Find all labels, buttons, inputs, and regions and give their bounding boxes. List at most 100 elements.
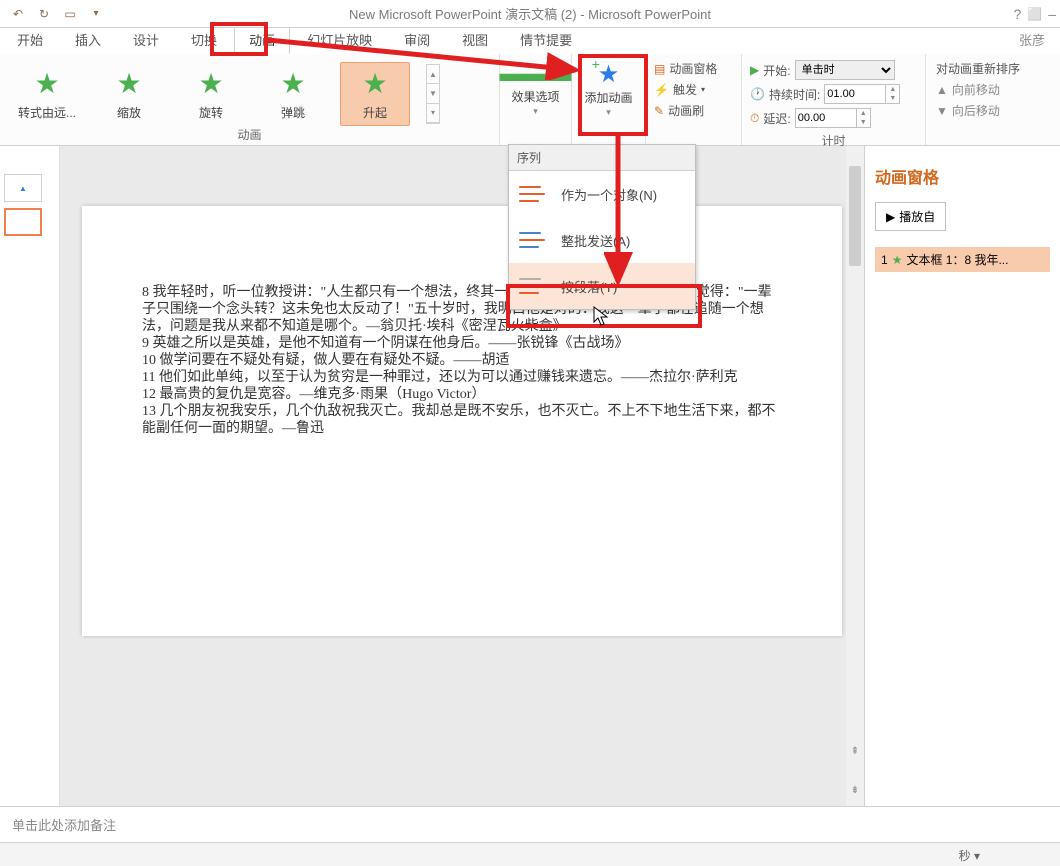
add-animation-group: ★+ 添加动画 ▾ [572, 54, 646, 145]
animation-pane-button[interactable]: ▤ 动画窗格 [654, 60, 733, 77]
pane-icon: ▤ [654, 62, 665, 76]
tab-animations[interactable]: 动画 [234, 25, 290, 54]
move-forward-button[interactable]: ▲ 向前移动 [936, 81, 1050, 98]
window-title: New Microsoft PowerPoint 演示文稿 (2) - Micr… [349, 4, 711, 23]
anim-spin[interactable]: ★ 旋转 [176, 67, 246, 121]
slide-canvas-area: 8 我年轻时，听一位教授讲："人生都只有一个想法，终其一生不过是不断丰富它。"我… [60, 146, 864, 806]
animation-group-label: 动画 [6, 126, 493, 145]
tab-slideshow[interactable]: 幻灯片放映 [292, 25, 387, 54]
slide-content[interactable]: 8 我年轻时，听一位教授讲："人生都只有一个想法，终其一生不过是不断丰富它。"我… [82, 206, 842, 636]
spin-up[interactable]: ▲ [885, 85, 899, 94]
slide-thumb-1[interactable]: ▲ [4, 174, 42, 202]
tab-design[interactable]: 设计 [118, 25, 174, 54]
up-arrow-icon: ▲ [936, 83, 948, 97]
title-bar: ↶ ↻ ▭ ▾ New Microsoft PowerPoint 演示文稿 (2… [0, 0, 1060, 28]
gallery-more[interactable]: ▲ ▼ ▾ [426, 64, 440, 124]
spin-up[interactable]: ▲ [856, 109, 870, 118]
move-backward-button[interactable]: ▼ 向后移动 [936, 102, 1050, 119]
tab-insert[interactable]: 插入 [60, 25, 116, 54]
delay-icon: ⏱ [750, 111, 759, 126]
effect-options-button[interactable]: ▬▬▬ 效果选项 ▾ [503, 56, 569, 121]
up-arrow-icon[interactable]: ▲ [427, 65, 439, 84]
reorder-title: 对动画重新排序 [936, 60, 1050, 77]
spin-down[interactable]: ▼ [885, 94, 899, 103]
effect-options-group: ▬▬▬ 效果选项 ▾ [500, 54, 572, 145]
slide-thumbnail-panel: ▲ [0, 146, 60, 806]
star-icon: ★ [362, 67, 387, 100]
animation-pane: 动画窗格 ▶ 播放自 1 ★ 文本框 1：8 我年... [864, 146, 1060, 806]
start-slideshow-icon[interactable]: ▭ [60, 4, 80, 24]
anim-pane-item[interactable]: 1 ★ 文本框 1：8 我年... [875, 247, 1050, 272]
dropdown-all-at-once[interactable]: 整批发送(A) [509, 217, 695, 263]
vertical-scrollbar[interactable]: ⇞ ⇟ [846, 146, 864, 806]
dropdown-by-paragraph[interactable]: 按段落(Y) [509, 263, 695, 309]
tab-view[interactable]: 视图 [447, 25, 503, 54]
undo-icon[interactable]: ↶ [8, 4, 28, 24]
start-select[interactable]: 单击时 [795, 60, 895, 80]
anim-rise[interactable]: ★ 升起 [340, 62, 410, 126]
user-label[interactable]: 张彦 [1004, 25, 1060, 54]
expand-arrow-icon[interactable]: ▾ [427, 104, 439, 123]
anim-bounce[interactable]: ★ 弹跳 [258, 67, 328, 121]
tab-home[interactable]: 开始 [2, 25, 58, 54]
anim-zoom[interactable]: ★ 缩放 [94, 67, 164, 121]
down-arrow-icon[interactable]: ▼ [427, 84, 439, 103]
dropdown-icon: ▾ [533, 106, 538, 117]
dropdown-icon: ▾ [701, 85, 705, 94]
timing-group: ▶ 开始: 单击时 🕐 持续时间: ▲▼ ⏱ 延迟: ▲▼ [742, 54, 926, 145]
trigger-icon: ⚡ [654, 83, 669, 97]
duration-input[interactable] [825, 85, 885, 103]
quick-access-toolbar: ↶ ↻ ▭ ▾ [0, 4, 106, 24]
dropdown-header: 序列 [509, 145, 695, 171]
add-star-icon: ★+ [598, 60, 620, 89]
item-number: 1 [881, 253, 888, 267]
notes-placeholder: 单击此处添加备注 [12, 818, 116, 833]
slide-thumb-2[interactable] [4, 208, 42, 236]
star-icon: ★ [280, 67, 305, 100]
star-icon: ★ [34, 67, 59, 100]
clock-icon: 🕐 [750, 87, 765, 101]
next-slide-icon[interactable]: ⇟ [851, 785, 859, 796]
anim-pane-title: 动画窗格 [875, 164, 1050, 188]
tab-plot[interactable]: 情节提要 [505, 25, 587, 54]
status-bar: 秒 ▾ [0, 842, 1060, 866]
spin-down[interactable]: ▼ [856, 118, 870, 127]
ribbon-display-icon[interactable]: ⬜ [1027, 7, 1042, 21]
play-from-button[interactable]: ▶ 播放自 [875, 202, 946, 231]
anim-zoom-far[interactable]: ★ 转式由远... [12, 67, 82, 121]
tab-review[interactable]: 审阅 [389, 25, 445, 54]
dropdown-icon: ▾ [606, 107, 611, 118]
duration-label: 持续时间: [769, 86, 820, 103]
anim-painter-button[interactable]: ✎ 动画刷 [654, 102, 733, 119]
advanced-anim-group: ▤ 动画窗格 ⚡ 触发 ▾ ✎ 动画刷 [646, 54, 742, 145]
star-icon: ★ [892, 253, 903, 267]
down-arrow-icon: ▼ [936, 104, 948, 118]
qat-dropdown-icon[interactable]: ▾ [86, 4, 106, 24]
ribbon-tabs: 开始 插入 设计 切换 动画 幻灯片放映 审阅 视图 情节提要 张彦 [0, 28, 1060, 54]
effect-options-dropdown: 序列 作为一个对象(N) 整批发送(A) 按段落(Y) [508, 144, 696, 310]
scrollbar-thumb[interactable] [849, 166, 861, 266]
reorder-group: 对动画重新排序 ▲ 向前移动 ▼ 向后移动 [926, 54, 1060, 145]
lines-icon [519, 183, 547, 205]
start-label: 开始: [763, 62, 790, 79]
painter-icon: ✎ [654, 104, 664, 118]
trigger-button[interactable]: ⚡ 触发 ▾ [654, 81, 733, 98]
prev-slide-icon[interactable]: ⇞ [851, 746, 859, 757]
redo-icon[interactable]: ↻ [34, 4, 54, 24]
help-icon[interactable]: ? [1013, 6, 1021, 22]
lines-icon [519, 229, 547, 251]
delay-input[interactable] [796, 109, 856, 127]
tab-transitions[interactable]: 切换 [176, 25, 232, 54]
play-icon: ▶ [886, 210, 895, 224]
title-right-controls: ? ⬜ – [1013, 6, 1060, 22]
animation-gallery-group: ★ 转式由远... ★ 缩放 ★ 旋转 ★ 弹跳 ★ 升起 ▲ ▼ [0, 54, 500, 145]
minimize-icon[interactable]: – [1048, 6, 1056, 22]
seconds-label[interactable]: 秒 ▾ [959, 847, 980, 864]
delay-label: 延迟: [763, 110, 790, 127]
lines-icon [519, 275, 547, 297]
dropdown-as-one-object[interactable]: 作为一个对象(N) [509, 171, 695, 217]
ribbon: ★ 转式由远... ★ 缩放 ★ 旋转 ★ 弹跳 ★ 升起 ▲ ▼ [0, 54, 1060, 146]
add-animation-button[interactable]: ★+ 添加动画 ▾ [576, 56, 642, 122]
play-icon: ▶ [750, 63, 759, 77]
notes-panel[interactable]: 单击此处添加备注 [0, 806, 1060, 842]
